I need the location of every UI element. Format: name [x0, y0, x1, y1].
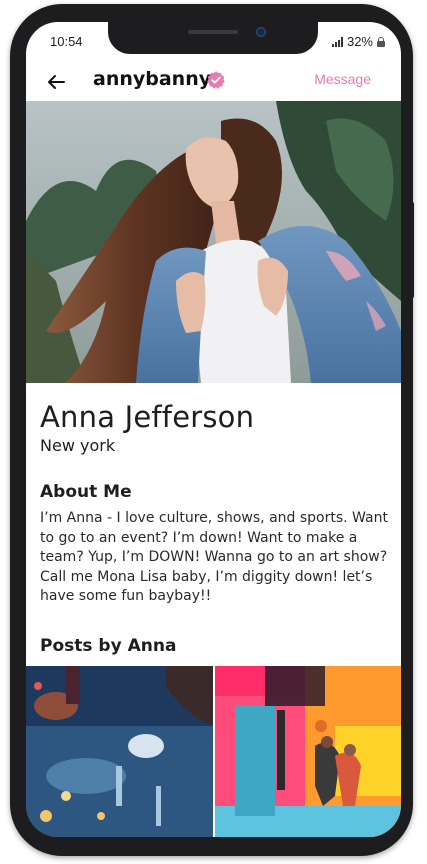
front-camera [256, 27, 266, 37]
post-thumbnail[interactable] [214, 666, 401, 837]
battery-level: 32% [346, 34, 373, 49]
post-thumbnail[interactable] [26, 666, 213, 837]
status-indicators: 32% [331, 34, 385, 49]
notch [108, 22, 318, 54]
volume-up-button [13, 180, 18, 242]
profile-username: annybanny [93, 68, 212, 90]
power-button [409, 202, 414, 298]
about-text: I’m Anna - I love culture, shows, and sp… [40, 510, 388, 604]
cover-photo-illustration [26, 101, 401, 383]
about-heading: About Me [40, 482, 132, 502]
profile-location: New york [40, 436, 116, 455]
verified-badge-icon [207, 71, 225, 89]
posts-heading: Posts by Anna [40, 636, 177, 656]
volume-down-button [13, 257, 18, 319]
post-image-dinner-table [26, 666, 213, 837]
speaker [188, 30, 238, 34]
mute-switch [13, 118, 18, 150]
lock-icon [377, 36, 385, 47]
profile-name: Anna Jefferson [40, 400, 255, 434]
back-arrow-icon[interactable] [44, 70, 68, 94]
post-image-basketball [214, 666, 401, 837]
status-time: 10:54 [50, 34, 83, 49]
posts-grid [26, 666, 401, 837]
profile-cover-photo [26, 101, 401, 383]
phone-screen: 10:54 32% annybanny Message Anna Jeffers… [26, 22, 401, 837]
top-nav: annybanny Message [26, 62, 401, 102]
message-button[interactable]: Message [314, 71, 371, 87]
signal-icon [331, 36, 343, 47]
